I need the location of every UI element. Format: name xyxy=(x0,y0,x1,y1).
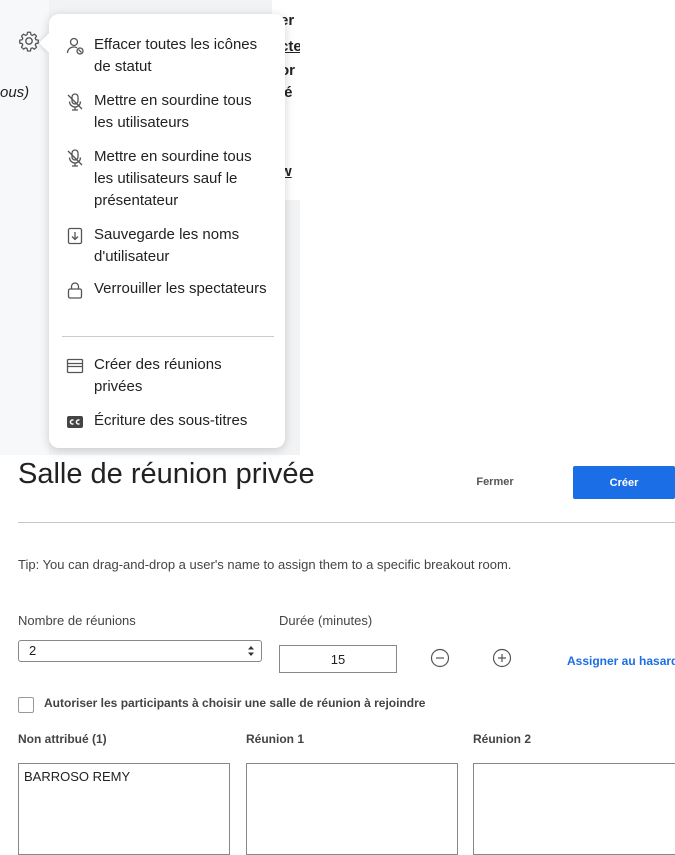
menu-item-lock-viewers[interactable]: Verrouiller les spectateurs xyxy=(49,278,285,322)
minus-circle-icon xyxy=(430,648,450,668)
user-list-fragment: ous) xyxy=(0,84,30,101)
clear-status-icon xyxy=(66,37,84,55)
closed-captions-icon xyxy=(67,416,83,428)
menu-item-label: Mettre en sourdine tous les utilisateurs… xyxy=(94,148,252,209)
duration-label: Durée (minutes) xyxy=(279,613,373,628)
user-list-pane: ous) er cte or ié w Effacer toutes les i… xyxy=(0,0,300,455)
create-button[interactable]: Créer xyxy=(573,466,675,499)
dialog-title: Salle de réunion privée xyxy=(18,458,315,490)
settings-gear-button[interactable] xyxy=(18,30,40,52)
close-button[interactable]: Fermer xyxy=(455,466,535,498)
room-2-column-header: Réunion 2 xyxy=(473,732,532,746)
menu-item-label: Écriture des sous-titres xyxy=(94,412,248,429)
menu-item-closed-captions[interactable]: Écriture des sous-titres xyxy=(49,410,285,434)
room-1-column-header: Réunion 1 xyxy=(246,732,305,746)
menu-item-label: Verrouiller les spectateurs xyxy=(94,280,267,297)
room-count-value: 2 xyxy=(29,643,37,658)
menu-item-label: Mettre en sourdine tous les utilisateurs xyxy=(94,92,252,131)
menu-item-create-breakout-rooms[interactable]: Créer des réunions privées xyxy=(49,354,285,398)
allow-choice-label: Autoriser les participants à choisir une… xyxy=(44,696,426,710)
menu-item-label: Effacer toutes les icônes de statut xyxy=(94,36,258,75)
menu-item-mute-all-except-presenter[interactable]: Mettre en sourdine tous les utilisateurs… xyxy=(49,146,285,212)
user-item[interactable]: BARROSO REMY xyxy=(24,769,130,784)
random-assign-link[interactable]: Assigner au hasard xyxy=(567,654,675,668)
allow-choice-checkbox[interactable] xyxy=(18,697,34,713)
select-arrows-icon xyxy=(248,646,254,656)
gear-icon xyxy=(19,31,39,52)
unassigned-column-header: Non attribué (1) xyxy=(18,732,107,746)
decrease-duration-button[interactable] xyxy=(430,648,450,668)
room-count-label: Nombre de réunions xyxy=(18,613,136,628)
settings-menu: Effacer toutes les icônes de statut Mett… xyxy=(39,14,285,448)
menu-item-mute-all[interactable]: Mettre en sourdine tous les utilisateurs xyxy=(49,90,285,134)
lock-icon xyxy=(67,282,83,299)
user-list-sidebar xyxy=(0,0,49,455)
room-2-box[interactable] xyxy=(473,763,675,855)
room-1-box[interactable] xyxy=(246,763,458,855)
mute-mic-icon xyxy=(67,93,83,111)
breakout-rooms-icon xyxy=(66,358,84,374)
room-count-select[interactable]: 2 xyxy=(18,640,262,662)
tip-text: Tip: You can drag-and-drop a user's name… xyxy=(18,557,512,572)
header-divider xyxy=(18,522,675,523)
menu-divider xyxy=(62,336,274,337)
unassigned-users-box[interactable]: BARROSO REMY xyxy=(18,763,230,855)
save-file-icon xyxy=(67,227,83,245)
menu-item-label: Créer des réunions privées xyxy=(94,356,222,395)
increase-duration-button[interactable] xyxy=(492,648,512,668)
menu-item-save-usernames[interactable]: Sauvegarde les noms d'utilisateur xyxy=(49,224,285,268)
plus-circle-icon xyxy=(492,648,512,668)
menu-item-label: Sauvegarde les noms d'utilisateur xyxy=(94,226,240,265)
menu-item-clear-status[interactable]: Effacer toutes les icônes de statut xyxy=(49,34,285,78)
duration-input[interactable] xyxy=(279,645,397,673)
mute-mic-icon xyxy=(67,149,83,167)
